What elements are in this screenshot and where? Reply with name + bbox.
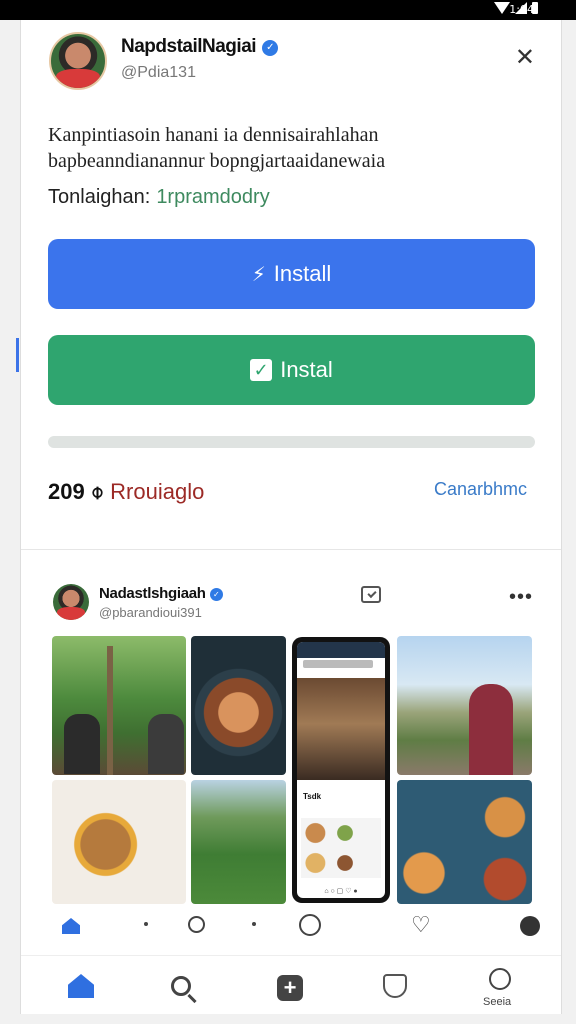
photo-food-table[interactable]: [397, 780, 532, 904]
save-icon[interactable]: [361, 586, 381, 603]
meta-value[interactable]: 1rpramdodry: [156, 186, 269, 208]
description-line: Kanpintiasoin hanani ia dennisairahlahan: [48, 124, 379, 146]
verified-icon: ✓: [262, 40, 279, 56]
heart-icon[interactable]: ♡: [411, 912, 431, 938]
dot-icon: [144, 922, 148, 926]
search-icon[interactable]: [171, 976, 191, 996]
bolt-icon: ⚡: [251, 263, 266, 286]
phone-food-grid: [301, 818, 381, 878]
profile-name[interactable]: NapdstailNagiai ✓: [121, 36, 279, 58]
phone-title: [303, 660, 373, 668]
instal-button[interactable]: ✓ Instal: [48, 335, 535, 405]
install-sheet: NapdstailNagiai ✓ @Pdia131 ✕ Kanpintiasoi…: [20, 20, 562, 1014]
status-bar: 1:04: [0, 0, 576, 20]
side-indicator: [16, 338, 19, 372]
meta-row: Tonlaighan: 1rpramdodry: [48, 186, 270, 209]
post-nav: ♡: [52, 910, 540, 946]
bottom-nav: + Seeia: [21, 955, 561, 1014]
profile-icon[interactable]: [489, 968, 511, 990]
count-number: 209: [48, 479, 85, 504]
home-icon[interactable]: [62, 918, 80, 934]
phone-header: [297, 642, 385, 658]
more-icon[interactable]: •••: [509, 586, 533, 609]
post-author[interactable]: Nadastlshgiaah ✓: [99, 585, 223, 602]
count-label: Rrouiaglo: [110, 479, 205, 504]
post-author-name: Nadastlshgiaah: [99, 585, 206, 602]
status-time: 1:04: [509, 3, 534, 16]
photo-field[interactable]: [191, 780, 286, 904]
profile-name-text: NapdstailNagiai: [121, 36, 257, 57]
activity-icon[interactable]: [383, 974, 407, 998]
stats-count: 209 ⌽ Rrouiaglo: [48, 479, 204, 505]
divider: [21, 549, 561, 550]
progress-bar: [48, 436, 535, 448]
post-avatar[interactable]: [53, 584, 89, 620]
dot-icon: [252, 922, 256, 926]
profile-icon[interactable]: [520, 916, 540, 936]
compass-icon[interactable]: [299, 914, 321, 936]
photo-rice-bowl[interactable]: [52, 780, 186, 904]
description: Kanpintiasoin hanani ia dennisairahlahan…: [48, 122, 518, 174]
create-icon[interactable]: +: [277, 975, 303, 1001]
photo-grilled-food[interactable]: [191, 636, 286, 775]
close-icon[interactable]: ✕: [515, 46, 535, 70]
verified-icon: ✓: [209, 588, 223, 601]
photo-plantation[interactable]: [52, 636, 186, 775]
search-icon[interactable]: [188, 916, 205, 933]
phone-search-label: Tsdk: [303, 792, 322, 801]
install-button-label: Install: [273, 261, 332, 286]
profile-handle: @Pdia131: [121, 64, 196, 81]
wifi-icon: [494, 2, 510, 14]
checkbox-icon: ✓: [250, 359, 273, 381]
home-icon[interactable]: [68, 974, 94, 998]
phone-image: [297, 678, 385, 780]
profile-label: Seeia: [483, 996, 512, 1008]
install-button[interactable]: ⚡ Install: [48, 239, 535, 309]
phone-screen: Tsdk ⌂ ○ ▢ ♡ ●: [297, 642, 385, 898]
phone-nav: ⌂ ○ ▢ ♡ ●: [324, 888, 358, 895]
photo-phone-mockup[interactable]: Tsdk ⌂ ○ ▢ ♡ ●: [292, 637, 390, 903]
meta-label: Tonlaighan:: [48, 186, 151, 208]
cancel-link[interactable]: Canarbhmc: [434, 479, 527, 500]
post-handle: @pbarandioui391: [99, 605, 202, 620]
photo-speaker[interactable]: [397, 636, 532, 775]
instal-button-label: Instal: [280, 357, 333, 382]
description-line: bapbeanndianannur bopngjartaaidanewaia: [48, 150, 386, 172]
pin-icon: ⌽: [90, 479, 105, 504]
avatar[interactable]: [49, 32, 107, 90]
